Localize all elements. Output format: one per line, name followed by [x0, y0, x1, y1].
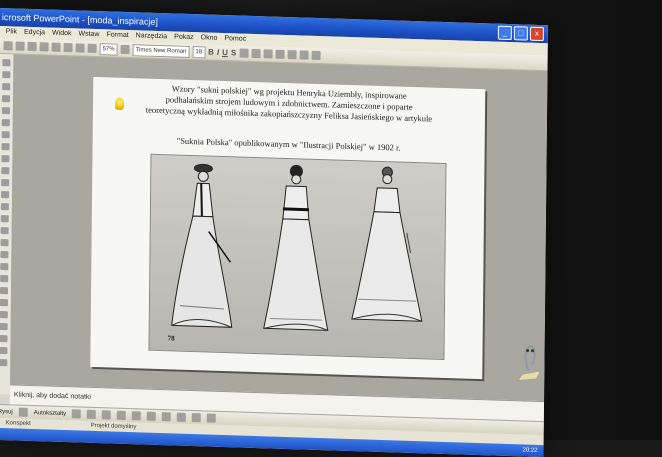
outline-item[interactable] — [2, 95, 11, 103]
numbering-icon[interactable] — [275, 49, 285, 59]
outline-item[interactable] — [2, 83, 11, 91]
office-assistant-icon[interactable] — [514, 340, 544, 381]
print-icon[interactable] — [39, 42, 49, 52]
dress-illustration[interactable]: 78 — [148, 153, 447, 360]
outline-item[interactable] — [0, 239, 9, 247]
dress-figure-left — [171, 163, 233, 328]
close-button[interactable]: x — [529, 26, 544, 42]
outline-item[interactable] — [1, 167, 10, 175]
outline-item[interactable] — [0, 263, 9, 271]
outline-item[interactable] — [0, 227, 9, 235]
slide-workspace: Wzory "sukni polskiej" wg projektu Henry… — [10, 54, 548, 402]
bullets-icon[interactable] — [287, 50, 297, 60]
outline-item[interactable] — [2, 71, 11, 79]
textbox-tool-icon[interactable] — [132, 411, 142, 421]
menu-pokaz[interactable]: Pokaz — [174, 31, 194, 44]
menu-widok[interactable]: Widok — [52, 28, 72, 41]
maximize-button[interactable]: □ — [513, 26, 528, 41]
draw-menu-button[interactable]: Rysuj — [0, 404, 13, 418]
open-file-icon[interactable] — [15, 41, 25, 51]
outline-item[interactable] — [2, 59, 11, 67]
shadow-button[interactable]: S — [231, 48, 236, 57]
outline-item[interactable] — [0, 335, 8, 343]
font-size-select[interactable]: 18 — [192, 45, 206, 58]
zoom-select[interactable]: 57% — [99, 42, 118, 56]
taskbar-clock: 20:22 — [522, 447, 538, 454]
font-color-icon[interactable] — [311, 50, 321, 61]
outline-item[interactable] — [1, 119, 10, 127]
outline-item[interactable] — [1, 179, 10, 187]
rectangle-tool-icon[interactable] — [102, 410, 112, 420]
menu-wstaw[interactable]: Wstaw — [78, 28, 99, 41]
font-color-icon[interactable] — [192, 413, 202, 423]
bold-button[interactable]: B — [208, 48, 214, 57]
select-pointer-icon[interactable] — [18, 407, 28, 417]
arrow-tool-icon[interactable] — [87, 409, 97, 420]
menu-format[interactable]: Format — [106, 29, 128, 42]
slide-canvas[interactable]: Wzory "sukni polskiej" wg projektu Henry… — [90, 76, 486, 380]
dress-figure-middle — [263, 164, 329, 331]
font-select[interactable]: Times New Roman — [132, 43, 190, 58]
outline-item[interactable] — [0, 215, 9, 223]
underline-button[interactable]: U — [222, 48, 228, 57]
outline-item[interactable] — [0, 358, 8, 367]
line-tool-icon[interactable] — [72, 409, 82, 419]
window-controls: _ □ x — [497, 25, 544, 42]
outline-item[interactable] — [0, 287, 9, 295]
fill-color-icon[interactable] — [162, 412, 172, 422]
outline-item[interactable] — [0, 299, 8, 307]
outline-item[interactable] — [1, 131, 10, 139]
projected-screen: icrosoft PowerPoint - [moda_inspiracje] … — [0, 8, 548, 457]
slide-caption[interactable]: "Suknia Polska" opublikowanym w "Ilustra… — [113, 134, 465, 155]
help-icon[interactable] — [120, 44, 130, 55]
menu-okno[interactable]: Okno — [201, 32, 218, 45]
italic-button[interactable]: I — [217, 48, 219, 57]
outline-item[interactable] — [0, 275, 9, 283]
outline-item[interactable] — [0, 311, 8, 319]
slide-body-text[interactable]: Wzory "sukni polskiej" wg projektu Henry… — [113, 82, 465, 126]
menu-plik[interactable]: Plik — [6, 26, 17, 38]
paste-icon[interactable] — [75, 43, 85, 53]
figure-number: 78 — [167, 334, 175, 343]
cut-icon[interactable] — [51, 42, 61, 52]
line-color-icon[interactable] — [177, 412, 187, 422]
align-left-icon[interactable] — [239, 48, 249, 58]
outline-item[interactable] — [1, 107, 10, 115]
save-icon[interactable] — [27, 41, 37, 52]
oval-tool-icon[interactable] — [117, 410, 127, 420]
menu-narzedzia[interactable]: Narzędzia — [136, 30, 168, 43]
align-center-icon[interactable] — [251, 48, 261, 59]
minimize-button[interactable]: _ — [497, 25, 512, 41]
menu-edycja[interactable]: Edycja — [24, 27, 45, 40]
outline-item[interactable] — [1, 155, 10, 163]
font-grow-icon[interactable] — [299, 50, 309, 60]
undo-icon[interactable] — [87, 43, 97, 54]
outline-item[interactable] — [1, 143, 10, 151]
menu-pomoc[interactable]: Pomoc — [224, 33, 246, 46]
new-file-icon[interactable] — [3, 41, 13, 51]
wordart-tool-icon[interactable] — [147, 411, 157, 421]
outline-item[interactable] — [0, 323, 8, 331]
dress-sketches-image — [171, 163, 423, 331]
copy-icon[interactable] — [63, 43, 73, 53]
outline-item[interactable] — [1, 191, 10, 199]
line-style-icon[interactable] — [207, 413, 217, 423]
outline-item[interactable] — [0, 347, 8, 355]
outline-item[interactable] — [0, 251, 9, 259]
dress-figure-right — [351, 166, 423, 322]
outline-item[interactable] — [0, 203, 9, 211]
align-right-icon[interactable] — [263, 49, 273, 59]
